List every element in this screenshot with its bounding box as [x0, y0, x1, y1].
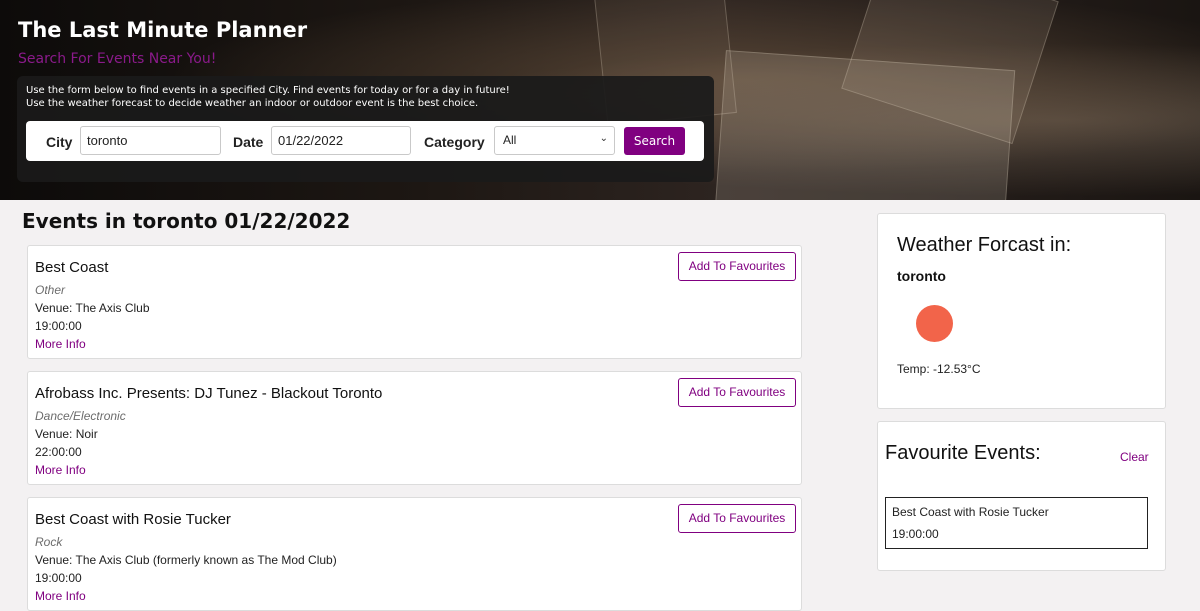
site-subtitle: Search For Events Near You!: [18, 51, 217, 67]
date-label: Date: [233, 134, 264, 150]
favourites-card: Favourite Events: Clear Best Coast with …: [877, 421, 1166, 571]
header-hero: The Last Minute Planner Search For Event…: [0, 0, 1200, 200]
event-title: Best Coast with Rosie Tucker: [35, 511, 231, 528]
event-card: Best Coast with Rosie Tucker Rock Venue:…: [27, 497, 802, 611]
more-info-link[interactable]: More Info: [35, 337, 86, 351]
search-panel: Use the form below to find events in a s…: [17, 76, 714, 182]
site-title: The Last Minute Planner: [18, 18, 308, 42]
favourite-item-title: Best Coast with Rosie Tucker: [892, 505, 1049, 519]
intro-text: Use the form below to find events in a s…: [26, 84, 706, 110]
add-to-favourites-button[interactable]: Add To Favourites: [678, 378, 796, 407]
events-heading: Events in toronto 01/22/2022: [22, 209, 351, 233]
event-title: Best Coast: [35, 259, 109, 276]
search-form: City toronto Date 01/22/2022 Category Al…: [26, 121, 704, 161]
city-input[interactable]: toronto: [80, 126, 221, 155]
category-select[interactable]: All ⌄: [494, 126, 615, 155]
add-to-favourites-button[interactable]: Add To Favourites: [678, 252, 796, 281]
category-label: Category: [424, 134, 485, 150]
event-time: 19:00:00: [35, 571, 82, 585]
event-title: Afrobass Inc. Presents: DJ Tunez - Black…: [35, 385, 383, 402]
intro-line: Use the weather forecast to decide weath…: [26, 98, 479, 109]
weather-heading: Weather Forcast in:: [897, 234, 1072, 256]
weather-card: Weather Forcast in: toronto Temp: -12.53…: [877, 213, 1166, 409]
date-input[interactable]: 01/22/2022: [271, 126, 411, 155]
favourites-heading: Favourite Events:: [885, 442, 1041, 464]
favourite-item-time: 19:00:00: [892, 527, 939, 541]
event-genre: Dance/Electronic: [35, 409, 126, 423]
event-genre: Other: [35, 283, 66, 297]
event-card: Afrobass Inc. Presents: DJ Tunez - Black…: [27, 371, 802, 485]
event-venue: Venue: The Axis Club (formerly known as …: [35, 553, 337, 567]
weather-temp: Temp: -12.53°C: [897, 362, 981, 376]
chevron-down-icon: ⌄: [599, 133, 608, 144]
category-selected-value: All: [503, 133, 517, 147]
search-button[interactable]: Search: [624, 127, 685, 155]
clear-favourites-link[interactable]: Clear: [1120, 450, 1149, 464]
intro-line: Use the form below to find events in a s…: [26, 85, 510, 96]
sun-icon: [916, 305, 953, 342]
event-venue: Venue: Noir: [35, 427, 98, 441]
event-card: Best Coast Other Venue: The Axis Club 19…: [27, 245, 802, 359]
event-genre: Rock: [35, 535, 63, 549]
weather-city: toronto: [897, 268, 946, 284]
more-info-link[interactable]: More Info: [35, 463, 86, 477]
more-info-link[interactable]: More Info: [35, 589, 86, 603]
background-photo: [714, 50, 1016, 200]
event-time: 22:00:00: [35, 445, 82, 459]
favourite-item: Best Coast with Rosie Tucker 19:00:00: [885, 497, 1148, 549]
city-label: City: [46, 134, 73, 150]
event-time: 19:00:00: [35, 319, 82, 333]
add-to-favourites-button[interactable]: Add To Favourites: [678, 504, 796, 533]
event-venue: Venue: The Axis Club: [35, 301, 150, 315]
